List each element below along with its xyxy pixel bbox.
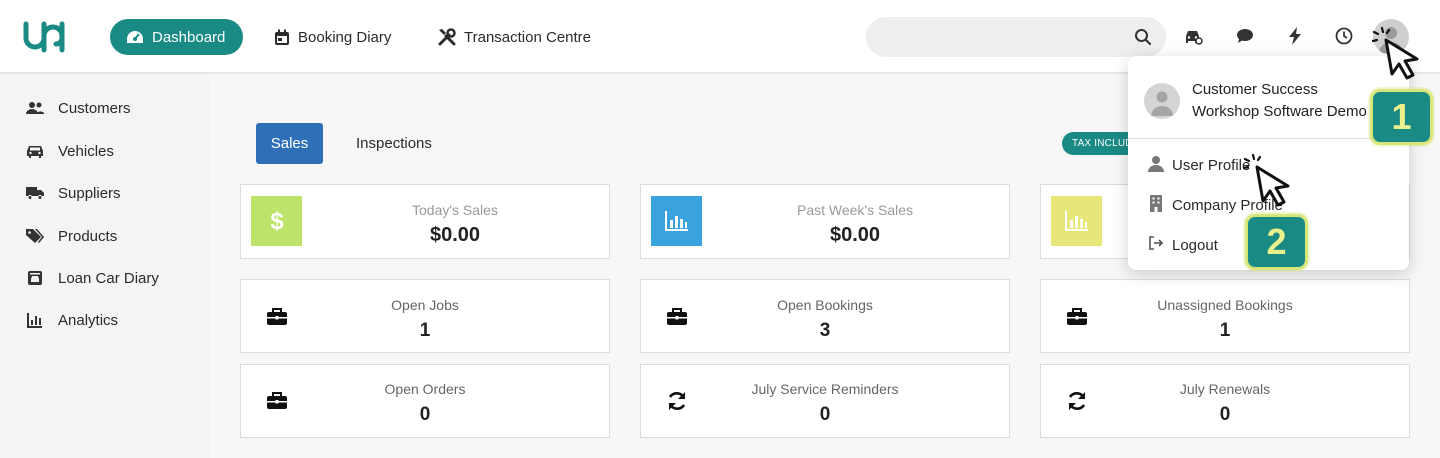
sidebar-item-label: Analytics [58,311,119,329]
pointer-cursor-icon [1243,153,1290,207]
menu-item-label: Logout [1172,236,1218,254]
logout-icon [1148,235,1164,255]
stat-card-open-orders[interactable]: Open Orders 0 [240,364,610,438]
nav-transaction-centre-label: Transaction Centre [464,28,592,46]
menu-item-user-profile[interactable]: User Profile [1148,155,1250,175]
stat-card-service-reminders[interactable]: July Service Reminders 0 [640,364,1010,438]
card-value: 0 [819,404,831,425]
users-icon [26,99,44,117]
stat-card-open-jobs[interactable]: Open Jobs 1 [240,279,610,353]
nav-booking-diary-label: Booking Diary [298,28,392,46]
app-logo[interactable] [22,18,74,56]
calendar-icon [275,29,289,45]
tools-icon [438,28,456,46]
card-title: July Service Reminders [751,381,899,397]
chart-icon [26,311,44,329]
tab-sales-label: Sales [270,135,309,152]
sidebar-item-label: Vehicles [58,142,114,160]
building-icon [1148,194,1164,216]
sidebar-item-products[interactable]: Products [26,225,117,247]
avatar [1144,83,1180,119]
user-name: Customer Success [1192,81,1318,98]
card-title: Open Orders [384,381,466,397]
stat-card-open-bookings[interactable]: Open Bookings 3 [640,279,1010,353]
chat-icon[interactable] [1235,26,1255,46]
tab-inspections-label: Inspections [356,135,432,152]
tags-icon [26,227,44,245]
search-box[interactable] [866,17,1166,57]
sidebar-item-vehicles[interactable]: Vehicles [26,140,114,162]
nav-dashboard-label: Dashboard [152,28,226,46]
search-icon[interactable] [1134,28,1152,51]
tab-inspections[interactable]: Inspections [356,123,432,164]
menu-divider [1128,138,1409,139]
sidebar-item-analytics[interactable]: Analytics [26,309,118,331]
card-title: Open Jobs [391,297,459,313]
sidebar [0,74,210,458]
card-value: $0.00 [829,224,881,246]
card-value: 0 [1219,404,1231,425]
sidebar-item-customers[interactable]: Customers [26,97,131,119]
pointer-cursor-icon [1372,26,1419,80]
user-org: Workshop Software Demo [1192,103,1367,120]
card-value: 3 [819,320,831,341]
user-icon [1148,155,1164,176]
tab-sales[interactable]: Sales [256,123,323,164]
tax-badge-label: TAX INCLUD [1072,138,1133,149]
card-title: July Renewals [1179,381,1271,397]
card-value: 1 [419,320,431,341]
card-title: Open Bookings [777,297,873,313]
sidebar-item-label: Customers [58,99,131,117]
menu-item-logout[interactable]: Logout [1148,235,1218,255]
step-number: 2 [1266,221,1287,262]
summary-card-week-sales: Past Week's Sales $0.00 [640,184,1010,259]
sidebar-item-label: Suppliers [58,184,121,202]
car-icon [26,142,44,160]
truck-icon [26,184,44,202]
card-title: Unassigned Bookings [1157,297,1293,313]
nav-transaction-centre[interactable]: Transaction Centre [438,19,591,55]
nav-booking-diary[interactable]: Booking Diary [274,19,391,55]
search-input[interactable] [866,17,1126,57]
step-number: 1 [1391,96,1412,137]
nav-dashboard[interactable]: Dashboard [110,19,244,55]
card-value: 1 [1219,320,1231,341]
summary-card-today-sales: $ Today's Sales $0.00 [240,184,610,259]
avatar-icon [1151,91,1173,116]
card-title: Today's Sales [412,202,498,218]
sidebar-item-suppliers[interactable]: Suppliers [26,182,121,204]
step-badge-1: 1 [1370,89,1433,145]
card-value: 0 [419,404,431,425]
gauge-icon [127,31,143,43]
stat-card-unassigned-bookings[interactable]: Unassigned Bookings 1 [1040,279,1410,353]
car-search-icon[interactable] [1183,26,1203,46]
lightning-icon[interactable] [1285,26,1305,46]
sidebar-item-label: Products [58,227,118,245]
card-title: Past Week's Sales [796,202,914,218]
sidebar-item-label: Loan Car Diary [58,269,159,287]
bar-chart-icon [1051,196,1102,246]
stat-card-renewals[interactable]: July Renewals 0 [1040,364,1410,438]
menu-item-label: User Profile [1172,156,1251,174]
loan-car-icon [26,269,44,287]
sidebar-item-loan-car-diary[interactable]: Loan Car Diary [26,267,159,289]
clock-icon[interactable] [1334,26,1354,46]
step-badge-2: 2 [1245,214,1308,270]
card-value: $0.00 [429,224,481,246]
